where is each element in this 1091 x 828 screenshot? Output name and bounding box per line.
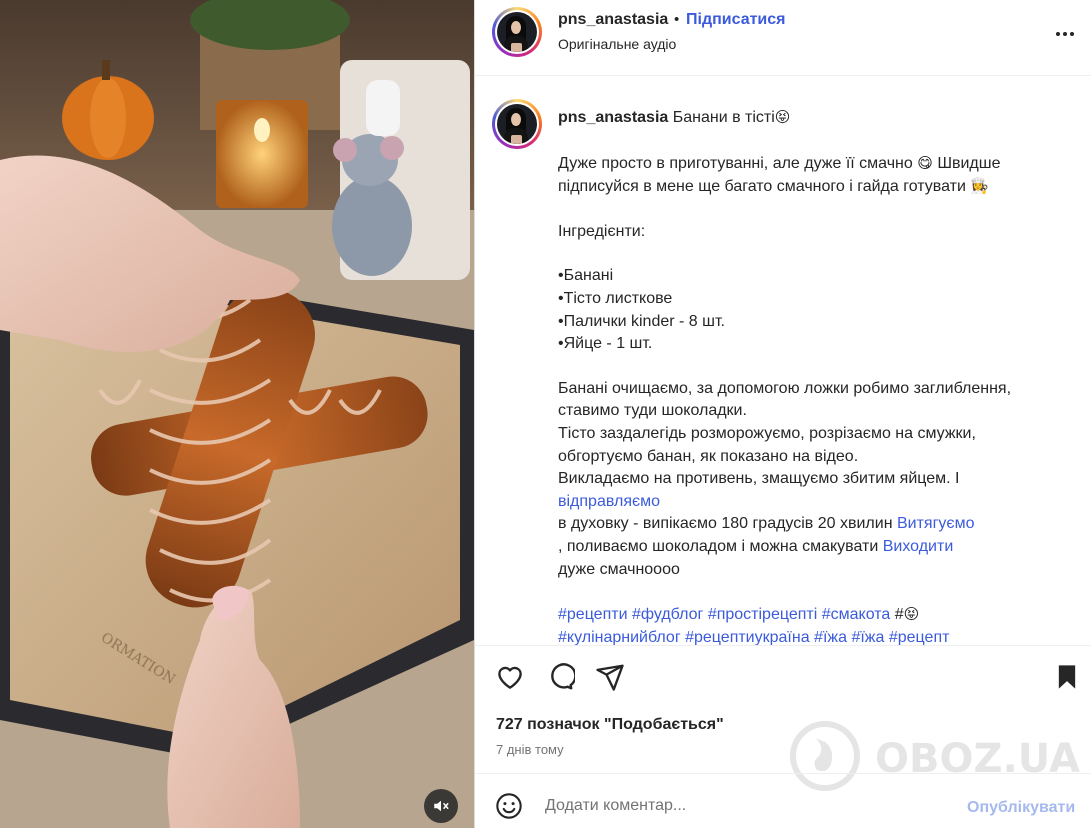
post-actions: 727 позначок "Подобається" 7 днів тому O… — [475, 645, 1091, 791]
bookmark-icon[interactable] — [1053, 662, 1085, 694]
post-details-panel: pns_anastasia • Підписатися Оригінальне … — [474, 0, 1091, 828]
ingredient-item: •Яйце - 1 шт. — [558, 335, 653, 353]
caption-emoji: 😋 — [917, 153, 933, 172]
caption-line: , поливаємо шоколадом і можна смакувати — [558, 537, 883, 555]
ingredient-item: •Тісто листкове — [558, 289, 673, 307]
more-options-icon[interactable] — [1049, 24, 1081, 44]
caption-line: Тісто заздалегідь розморожуємо, розрізає… — [558, 424, 976, 442]
ingredient-item: •Банані — [558, 267, 614, 285]
original-audio-link[interactable]: Оригінальне аудіо — [558, 36, 676, 52]
hashtag[interactable]: #простірецепті — [708, 606, 817, 623]
hashtag[interactable]: #кулінарнийблог — [558, 629, 681, 645]
hashtag[interactable]: #смакота — [822, 606, 891, 623]
share-icon[interactable] — [595, 662, 627, 694]
comment-icon[interactable] — [545, 662, 577, 694]
caption-username[interactable]: pns_anastasia — [558, 109, 668, 126]
hashtags-row-2: #кулінарнийблог #рецептиукраїна #їжа #їж… — [558, 627, 1068, 645]
hashtag[interactable]: #фудблог — [632, 606, 703, 623]
post-photo: Foods ORMATION — [0, 0, 474, 828]
caption-line: дуже смачнoooo — [558, 560, 680, 578]
author-avatar[interactable] — [492, 7, 542, 57]
caption-text: pns_anastasia Банани в тісті😝 Дуже прост… — [558, 106, 1068, 645]
post-timestamp[interactable]: 7 днів тому — [496, 742, 564, 757]
caption-emoji: 👩‍🍳 — [970, 177, 990, 196]
caption-title-emoji: 😝 — [774, 108, 791, 126]
caption-author-avatar[interactable] — [492, 99, 542, 149]
caption-link[interactable]: Виходити — [883, 538, 954, 555]
follow-button[interactable]: Підписатися — [686, 11, 786, 29]
hashtag[interactable]: #рецептиукраїна — [685, 629, 809, 645]
author-username[interactable]: pns_anastasia — [558, 11, 668, 29]
hashtag-tail: # — [894, 606, 904, 624]
separator-dot: • — [674, 11, 680, 28]
caption-link[interactable]: відправляємо — [558, 493, 660, 510]
heart-icon[interactable] — [495, 662, 527, 694]
hashtag[interactable]: #їжа — [851, 629, 884, 645]
caption-line: Викладаємо на противень, змащуємо збитим… — [558, 470, 960, 488]
caption-line: Швидше — [932, 154, 1001, 172]
comment-input[interactable] — [545, 791, 945, 821]
caption-title: Банани в тісті — [672, 109, 775, 126]
hashtag[interactable]: #їжа — [814, 629, 847, 645]
smiley-icon[interactable] — [495, 792, 523, 820]
post-header: pns_anastasia • Підписатися Оригінальне … — [475, 0, 1091, 76]
hashtags-row-1: #рецепти #фудблог #простірецепті #смакот… — [558, 603, 1068, 627]
publish-button[interactable]: Опублікувати — [967, 799, 1075, 817]
caption-line: Інгредієнти: — [558, 222, 646, 240]
hashtag[interactable]: #рецепти — [558, 606, 628, 623]
hashtag-emoji: 😝 — [903, 605, 920, 624]
caption-line: підписуйся в мене ще багато смачного і г… — [558, 178, 971, 196]
caption-link[interactable]: Витягуємо — [897, 515, 975, 532]
ingredient-item: •Палички kinder - 8 шт. — [558, 312, 725, 330]
caption-line: ставимо туди шоколадки. — [558, 402, 747, 420]
caption-line: в духовку - випікаємо 180 градусів 20 хв… — [558, 515, 897, 533]
post-media[interactable]: Foods ORMATION — [0, 0, 474, 828]
caption-line: Банані очищаємо, за допомогою ложки роби… — [558, 379, 1012, 397]
likes-count[interactable]: 727 позначок "Подобається" — [496, 716, 724, 734]
comment-bar: Опублікувати — [475, 773, 1091, 828]
mute-button[interactable] — [424, 789, 458, 823]
hashtag[interactable]: #рецепт — [889, 629, 950, 645]
caption-line: обгортуємо банан, як показано на відео. — [558, 447, 859, 465]
mute-speaker-icon — [434, 800, 449, 812]
caption-area: pns_anastasia Банани в тісті😝 Дуже прост… — [475, 77, 1091, 645]
caption-line: Дуже просто в приготуванні, але дуже її … — [558, 154, 918, 172]
